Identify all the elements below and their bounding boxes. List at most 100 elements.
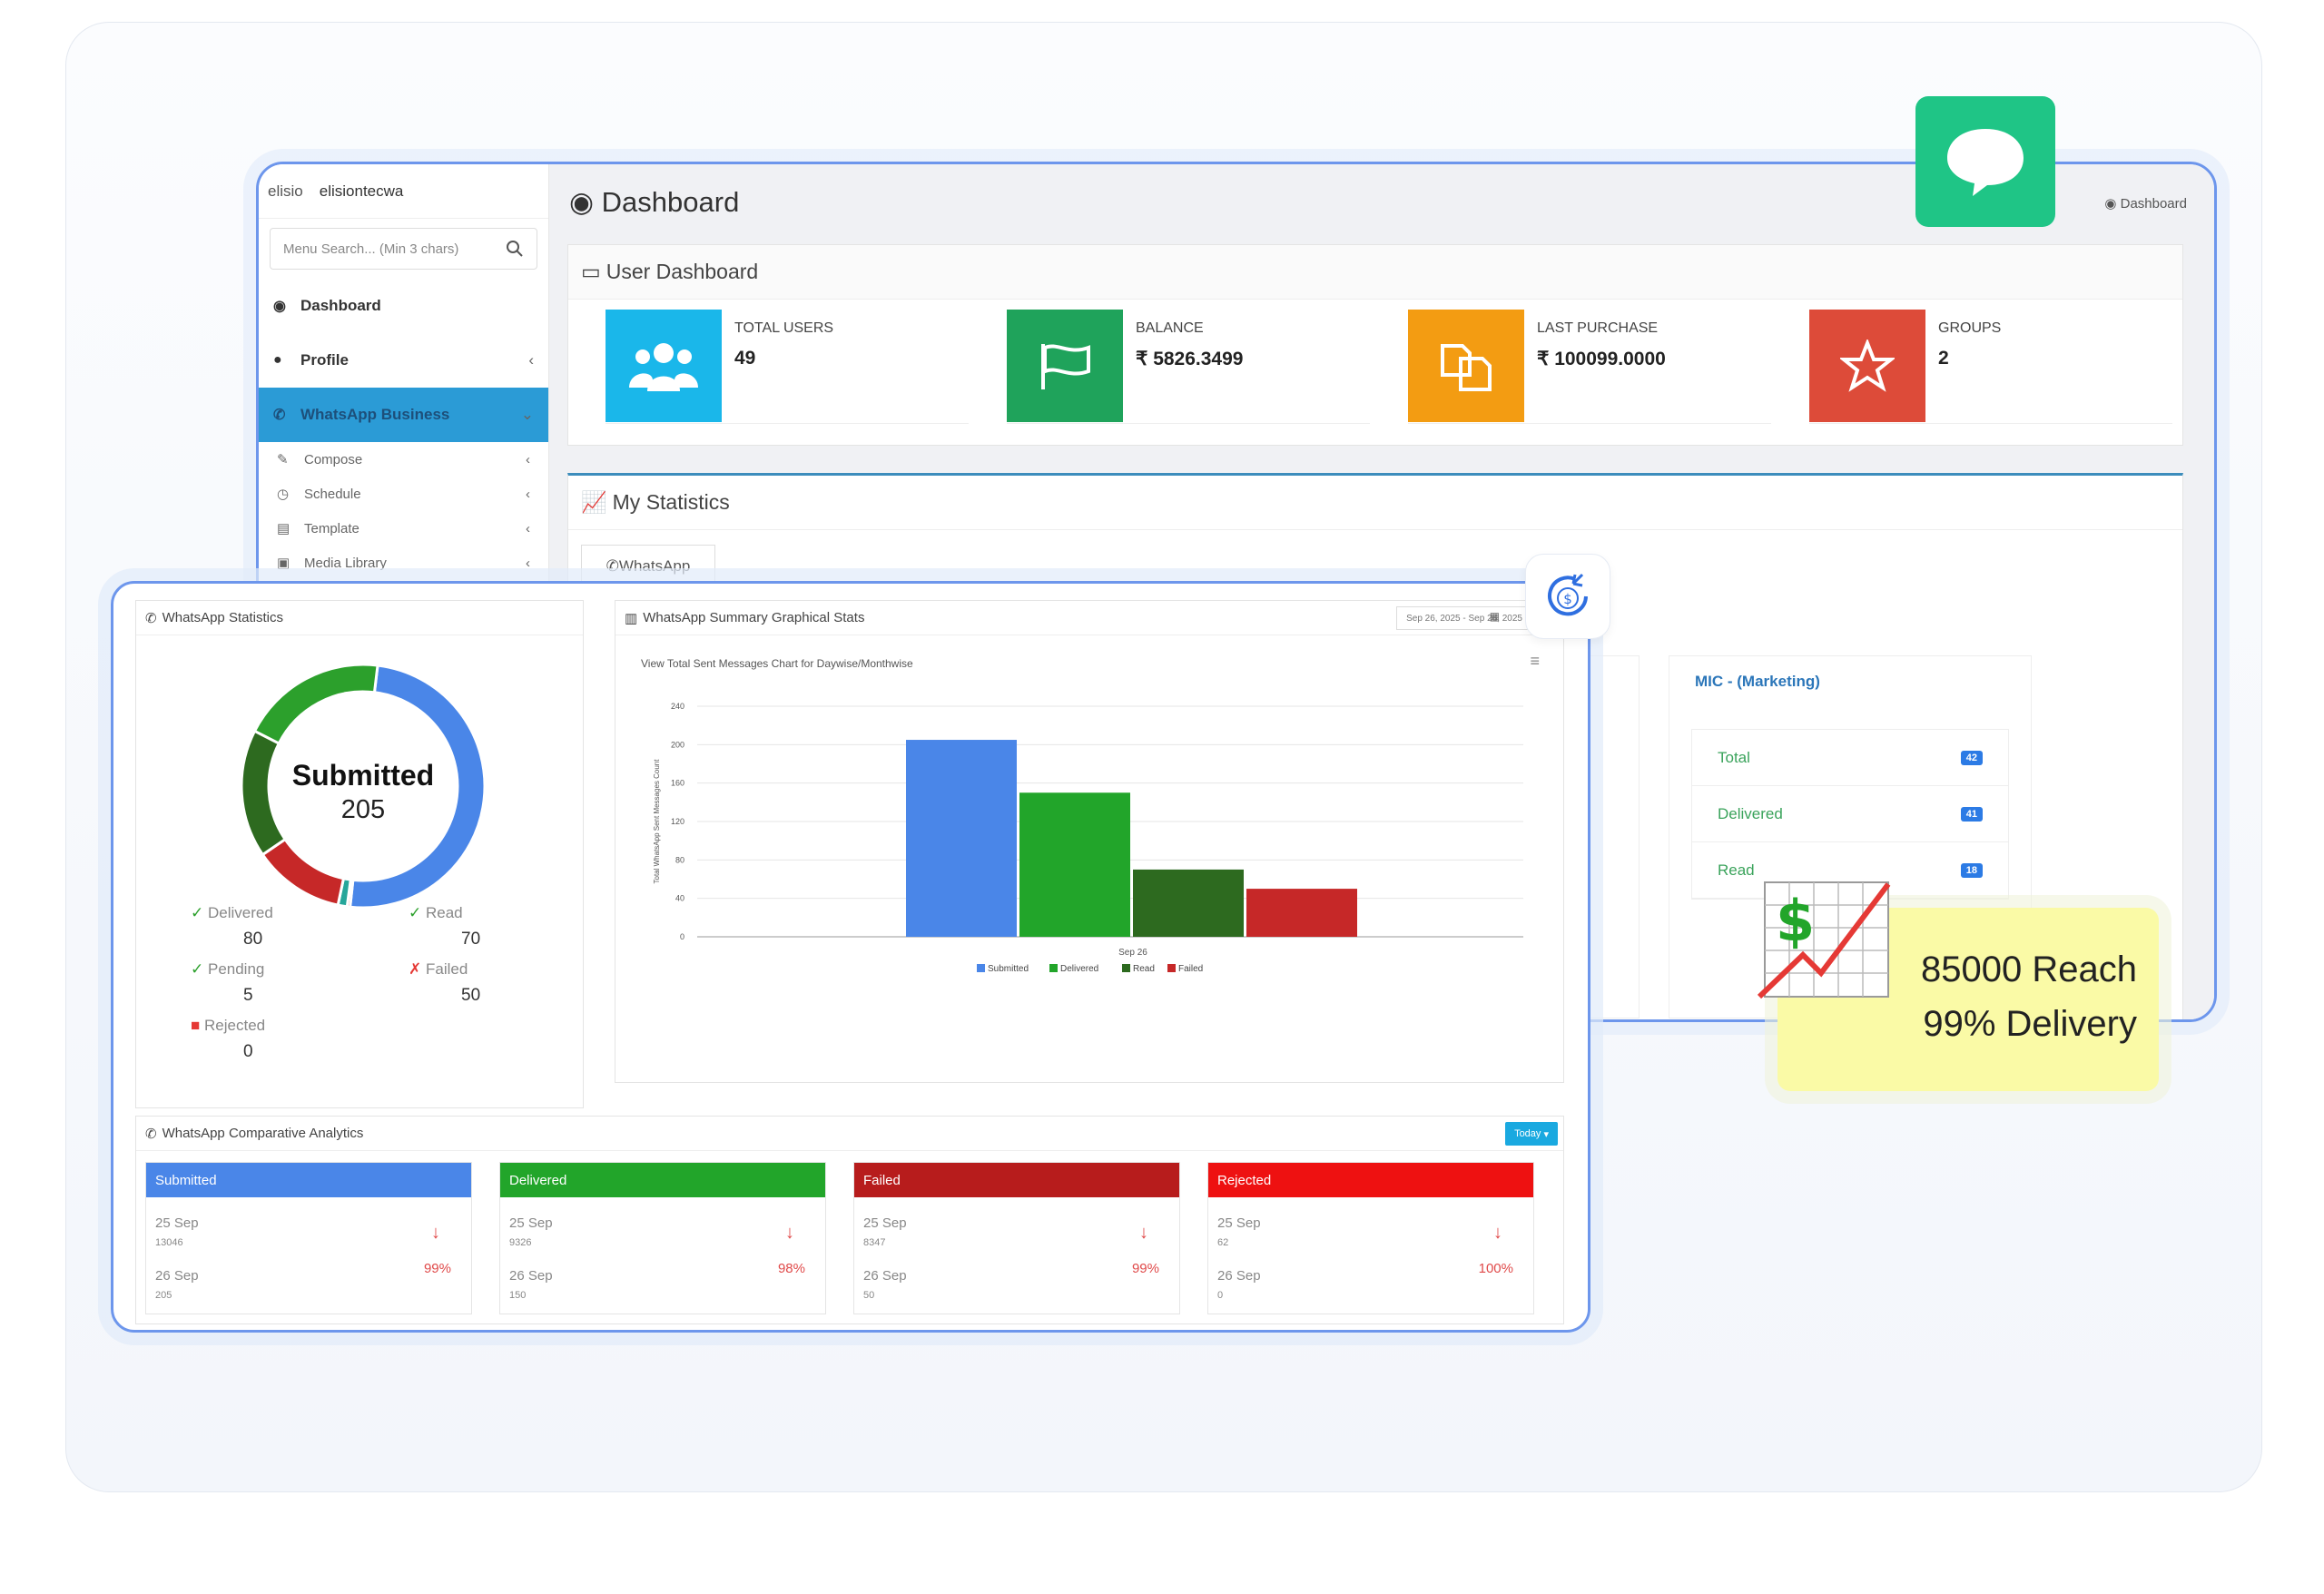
legend-swatch <box>1167 964 1176 972</box>
whatsapp-icon: ✆ <box>145 610 157 626</box>
summary-chart-card: ▥ WhatsApp Summary Graphical Stats ▦ Sep … <box>615 600 1564 1083</box>
y-tick-label: 80 <box>675 855 684 864</box>
sidebar-subitem-label: Schedule <box>304 486 361 502</box>
dollar-growth-icon: $ <box>1757 881 1891 999</box>
card-title: Submitted <box>146 1163 471 1197</box>
legend-swatch <box>1122 964 1130 972</box>
count-value: 50 <box>863 1290 875 1301</box>
count-value: 13046 <box>155 1237 183 1248</box>
stat-label: TOTAL USERS <box>734 320 834 336</box>
y-tick-label: 0 <box>680 932 684 941</box>
brand-logo: elisio <box>268 182 303 200</box>
line-chart-icon: 📈 <box>581 490 607 514</box>
legend-value: 50 <box>461 986 481 1005</box>
date-label: 25 Sep <box>863 1215 907 1231</box>
change-percent: 99% <box>423 1261 451 1276</box>
bar-failed[interactable] <box>1246 889 1357 937</box>
card-title: Failed <box>854 1163 1179 1197</box>
stat-label: BALANCE <box>1136 320 1204 336</box>
count-value: 8347 <box>863 1237 886 1248</box>
legend-label[interactable]: Submitted <box>988 964 1029 974</box>
donut-slice-delivered[interactable] <box>252 663 379 745</box>
card-header: ✆ WhatsApp Statistics <box>136 601 583 635</box>
sidebar-subitem-template[interactable]: ▤ Template ‹ <box>259 511 548 546</box>
sidebar-item-profile[interactable]: ● Profile ‹ <box>259 333 548 388</box>
legend-label[interactable]: Failed <box>1178 964 1203 974</box>
dollar-refresh-icon[interactable]: $ <box>1525 554 1610 639</box>
brand-name: elisiontecwa <box>319 182 404 200</box>
chevron-down-icon: ⌄ <box>520 406 534 423</box>
count-value: 9326 <box>509 1237 532 1248</box>
flag-icon <box>1007 310 1123 422</box>
user-icon: ● <box>273 352 282 368</box>
sidebar-subitem-label: Media Library <box>304 555 387 571</box>
arrow-down-icon: ↓ <box>1493 1223 1502 1243</box>
whatsapp-icon: ✆ <box>145 1126 157 1142</box>
breadcrumb[interactable]: ◉ Dashboard <box>2104 195 2187 212</box>
legend-label[interactable]: Delivered <box>1060 964 1098 974</box>
legend-mark-icon: ■ <box>191 1017 201 1034</box>
legend-label: ■ Rejected <box>191 1017 266 1034</box>
date-label: 25 Sep <box>509 1215 553 1231</box>
sidebar-subitem-label: Template <box>304 520 359 536</box>
bar-submitted[interactable] <box>906 740 1017 937</box>
count-value: 0 <box>1217 1290 1224 1301</box>
arrow-down-icon: ↓ <box>431 1223 440 1243</box>
legend-value: 80 <box>243 930 263 949</box>
legend-label: ✓ Read <box>409 904 463 921</box>
legend-label[interactable]: Read <box>1133 964 1155 974</box>
count-value: 150 <box>509 1290 527 1301</box>
sidebar-subitem-media-library[interactable]: ▣ Media Library ‹ <box>259 546 548 580</box>
star-icon <box>1809 310 1925 422</box>
bar-chart: 240 200 160 120 80 40 0 Total WhatsApp Sent Mes… <box>653 702 1523 974</box>
y-tick-label: 120 <box>671 817 684 826</box>
mic-title: MIC - (Marketing) <box>1695 673 1820 690</box>
date-label: 26 Sep <box>1217 1268 1261 1284</box>
legend-mark-icon: ✓ <box>191 960 204 978</box>
sidebar-item-dashboard[interactable]: ◉ Dashboard <box>259 279 548 333</box>
legend-swatch <box>1049 964 1058 972</box>
bar-chart-icon: ▥ <box>625 610 638 626</box>
date-range-picker[interactable]: Sep 26, 2025 - Sep 26, 2025 <box>1396 606 1532 630</box>
edit-icon: ✎ <box>277 452 289 467</box>
legend-mark-icon: ✓ <box>409 904 422 921</box>
menu-search-input[interactable]: Menu Search... (Min 3 chars) <box>270 228 537 270</box>
legend-mark-icon: ✓ <box>191 904 204 921</box>
date-label: 26 Sep <box>863 1268 907 1284</box>
chevron-left-icon: ‹ <box>526 520 530 536</box>
file-icon: ▤ <box>277 521 290 536</box>
chat-bubble-icon[interactable] <box>1915 96 2055 227</box>
donut-slice-read[interactable] <box>240 729 288 857</box>
stat-value: ₹ 5826.3499 <box>1136 349 1244 369</box>
panel-header: 📈 My Statistics <box>568 476 2182 530</box>
dashboard-icon: ◉ <box>2104 196 2121 212</box>
y-axis-label: Total WhatsApp Sent Messages Count <box>653 759 661 884</box>
donut-slice-failed[interactable] <box>261 837 346 907</box>
dashboard-icon: ◉ <box>273 299 286 314</box>
bar-read[interactable] <box>1133 869 1244 937</box>
panel-header: ▭ User Dashboard <box>568 245 2182 300</box>
count-value: 62 <box>1217 1237 1229 1248</box>
comparative-analytics-card: ✆ WhatsApp Comparative Analytics Today ▾ … <box>135 1116 1564 1324</box>
search-icon <box>507 241 523 257</box>
svg-text:$: $ <box>1563 591 1572 607</box>
today-dropdown-button[interactable]: Today ▾ <box>1505 1122 1558 1146</box>
sidebar-item-label: Profile <box>300 351 349 369</box>
stat-card: LAST PURCHASE ₹ 100099.0000 <box>1408 310 1771 424</box>
sidebar-subitem-schedule[interactable]: ◷ Schedule ‹ <box>259 477 548 511</box>
bar-delivered[interactable] <box>1019 792 1130 937</box>
date-label: 25 Sep <box>1217 1215 1261 1231</box>
image-icon: ▣ <box>277 556 290 571</box>
donut-center-label: Submitted <box>291 759 435 792</box>
whatsapp-icon: ✆ <box>273 408 286 423</box>
hamburger-icon[interactable]: ≡ <box>1530 652 1540 671</box>
chevron-left-icon: ‹ <box>526 451 530 467</box>
brand[interactable]: elisio elisiontecwa <box>259 164 548 219</box>
sidebar-item-whatsapp-business[interactable]: ✆ WhatsApp Business ⌄ <box>259 388 548 442</box>
stat-label: LAST PURCHASE <box>1537 320 1659 336</box>
count-value: 205 <box>155 1290 172 1301</box>
card-title: Rejected <box>1208 1163 1533 1197</box>
list-item: Total 42 <box>1692 730 2008 786</box>
legend-value: 0 <box>243 1042 253 1061</box>
sidebar-subitem-compose[interactable]: ✎ Compose ‹ <box>259 442 548 477</box>
